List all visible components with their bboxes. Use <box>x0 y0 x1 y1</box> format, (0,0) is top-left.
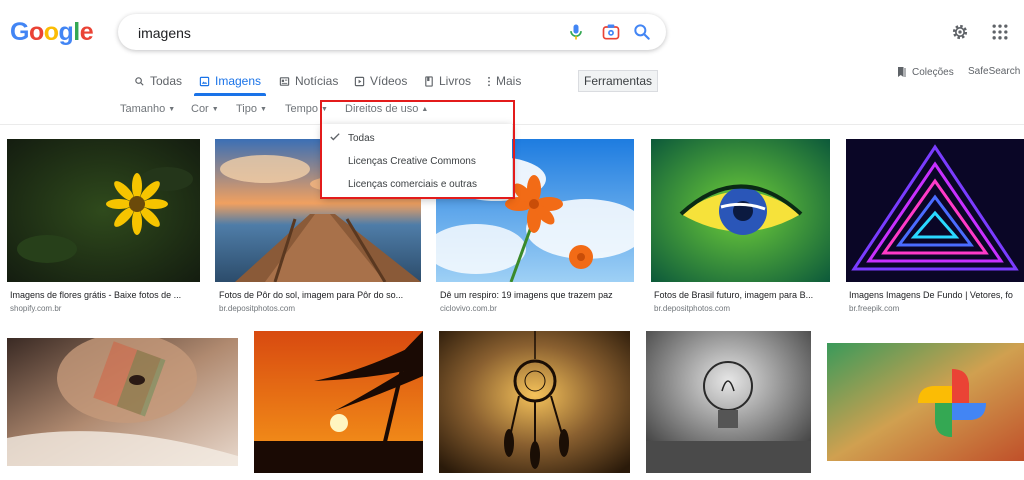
logo-letter: G <box>10 18 29 46</box>
filter-size[interactable]: Tamanho ▼ <box>120 103 175 115</box>
result-image-brazil-eye[interactable] <box>651 139 830 282</box>
safesearch-label: SafeSearch <box>968 66 1021 77</box>
search-input[interactable] <box>136 22 560 44</box>
menu-item-commercial[interactable]: Licenças comerciais e outras <box>348 179 477 190</box>
result-caption[interactable]: Fotos de Brasil futuro, imagem para B... <box>654 290 828 300</box>
result-source: br.depositphotos.com <box>654 304 731 313</box>
filter-label: Tamanho <box>120 103 166 115</box>
active-tab-indicator <box>194 93 266 96</box>
caret-down-icon: ▼ <box>321 105 328 113</box>
checkmark-icon <box>330 133 340 141</box>
tab-label: Mais <box>496 74 522 88</box>
filter-label: Tempo <box>285 103 319 115</box>
news-icon <box>279 76 290 86</box>
image-icon <box>199 76 210 86</box>
logo-letter: e <box>79 18 94 46</box>
result-image-palm-sunset[interactable] <box>254 331 423 473</box>
result-caption[interactable]: Imagens Imagens De Fundo | Vetores, fo <box>849 290 1024 300</box>
filter-label: Direitos de uso <box>345 103 419 115</box>
caret-down-icon: ▼ <box>260 105 267 113</box>
logo-letter: o <box>43 18 59 46</box>
book-icon <box>425 75 433 87</box>
result-source: ciclovivo.com.br <box>440 304 497 313</box>
tab-label: Notícias <box>295 74 339 88</box>
collections-link[interactable]: Coleções <box>896 66 954 78</box>
result-caption[interactable]: Fotos de Pôr do sol, imagem para Pôr do … <box>219 290 419 300</box>
caret-down-icon: ▼ <box>211 105 219 113</box>
caret-down-icon: ▼ <box>168 105 176 113</box>
filter-label: Cor <box>191 103 209 115</box>
menu-item-creative-commons[interactable]: Licenças Creative Commons <box>348 156 476 167</box>
tab-mais[interactable]: Mais <box>487 73 521 89</box>
filter-time[interactable]: Tempo ▼ <box>285 103 328 115</box>
logo-letter: g <box>58 18 74 46</box>
tab-livros[interactable]: Livros <box>424 73 471 89</box>
tab-todas[interactable]: Todas <box>134 73 182 89</box>
microphone-icon[interactable] <box>566 22 586 42</box>
result-caption[interactable]: Dê um respiro: 19 imagens que trazem paz <box>440 290 634 300</box>
tab-label: Vídeos <box>370 74 408 88</box>
result-caption[interactable]: Imagens de flores grátis - Baixe fotos d… <box>10 290 200 300</box>
caret-up-icon: ▲ <box>421 105 429 113</box>
tab-label: Todas <box>150 74 183 88</box>
search-icon <box>135 76 144 86</box>
result-image-google-photos[interactable] <box>827 343 1024 461</box>
google-logo[interactable]: Google <box>10 18 94 47</box>
logo-letter: o <box>28 18 44 46</box>
result-image-lightbulb[interactable] <box>646 331 811 473</box>
filter-color[interactable]: Cor ▼ <box>191 103 219 115</box>
tab-videos[interactable]: Vídeos <box>354 73 407 89</box>
safesearch-link[interactable]: SafeSearch <box>968 66 1020 77</box>
result-image-flower[interactable] <box>7 139 200 282</box>
tab-imagens[interactable]: Imagens <box>199 73 261 89</box>
bookmark-icon <box>898 67 906 77</box>
result-source: br.depositphotos.com <box>219 304 296 313</box>
play-icon <box>354 76 365 86</box>
tab-noticias[interactable]: Notícias <box>279 73 338 89</box>
camera-lens-icon[interactable] <box>601 22 621 42</box>
tab-label: Livros <box>439 74 472 88</box>
result-image-neon-triangles[interactable] <box>846 139 1024 282</box>
header-divider <box>0 124 1024 125</box>
result-image-rainbow-face[interactable] <box>7 338 238 466</box>
apps-grid-icon[interactable] <box>990 22 1010 42</box>
tools-button[interactable]: Ferramentas <box>578 70 658 92</box>
more-vert-icon <box>488 76 490 86</box>
result-source: br.freepik.com <box>849 304 900 313</box>
search-icon[interactable] <box>632 22 652 42</box>
gear-icon[interactable] <box>950 22 970 42</box>
filter-type[interactable]: Tipo ▼ <box>236 103 267 115</box>
filter-label: Tipo <box>236 103 257 115</box>
tab-label: Imagens <box>215 74 262 88</box>
result-image-dreamcatcher[interactable] <box>439 331 630 473</box>
search-box <box>118 14 666 50</box>
menu-item-all[interactable]: Todas <box>348 133 375 144</box>
result-source: shopify.com.br <box>10 304 62 313</box>
usage-rights-menu: Todas Licenças Creative Commons Licenças… <box>322 124 512 198</box>
collections-label: Coleções <box>912 66 954 78</box>
filter-usage-rights[interactable]: Direitos de uso ▲ <box>345 103 428 115</box>
